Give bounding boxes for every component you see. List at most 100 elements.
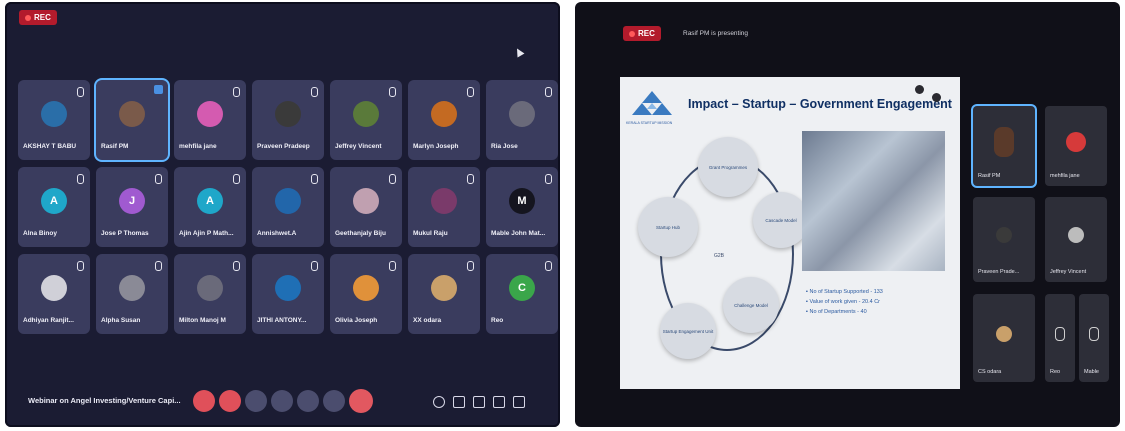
- participant-tile[interactable]: mehfila jane: [1045, 106, 1107, 186]
- right-meeting-screen: REC Rasif PM is presenting KERALA STARTU…: [575, 2, 1120, 427]
- people-icon[interactable]: [453, 396, 465, 408]
- participant-tile[interactable]: Mukul Raju: [408, 167, 480, 247]
- participant-tile[interactable]: Adhiyan Ranjit...: [18, 254, 90, 334]
- participant-tile[interactable]: XX odara: [408, 254, 480, 334]
- participant-tile[interactable]: Geethanjaly Biju: [330, 167, 402, 247]
- more-options-button[interactable]: [323, 390, 345, 412]
- mic-off-icon: [311, 174, 318, 184]
- participant-tile[interactable]: mehfila jane: [174, 80, 246, 160]
- recording-badge: REC: [19, 10, 57, 25]
- avatar: [353, 101, 379, 127]
- participant-tile[interactable]: J Jose P Thomas: [96, 167, 168, 247]
- lock-icon[interactable]: [513, 396, 525, 408]
- avatar: [994, 127, 1014, 157]
- mic-off-icon: [545, 87, 552, 97]
- participant-tile[interactable]: Reo: [1045, 294, 1075, 382]
- participant-tile[interactable]: Jeffrey Vincent: [1045, 197, 1107, 282]
- participant-tile[interactable]: CS odara: [973, 294, 1035, 382]
- cycle-circle: Startup Hub: [638, 197, 698, 257]
- avatar: [41, 275, 67, 301]
- participant-tile[interactable]: C Reo: [486, 254, 558, 334]
- mic-off-icon: [545, 174, 552, 184]
- participant-name: Praveen Pradeep: [257, 143, 310, 150]
- info-icon[interactable]: [433, 396, 445, 408]
- participant-name: Alna Binoy: [23, 230, 57, 237]
- participant-name: Adhiyan Ranjit...: [23, 317, 74, 324]
- avatar: A: [41, 188, 67, 214]
- participant-tile[interactable]: Annishwet.A: [252, 167, 324, 247]
- participant-name: Mable John Mat...: [491, 230, 546, 237]
- meeting-toolbar: Webinar on Angel Investing/Venture Capi.…: [18, 384, 553, 420]
- participant-tile[interactable]: Milton Manoj M: [174, 254, 246, 334]
- participant-tile[interactable]: Mable: [1079, 294, 1109, 382]
- avatar: [275, 188, 301, 214]
- mic-off-icon: [467, 261, 474, 271]
- avatar: [431, 188, 457, 214]
- participant-name: JITHI ANTONY...: [257, 317, 307, 324]
- camera-dot-icon: [932, 93, 941, 102]
- captions-button[interactable]: [297, 390, 319, 412]
- avatar: [197, 275, 223, 301]
- record-dot-icon: [629, 30, 635, 37]
- share-screen-button[interactable]: [245, 390, 267, 412]
- avatar: [431, 275, 457, 301]
- mic-off-icon: [233, 87, 240, 97]
- participant-name: Mable: [1084, 369, 1099, 375]
- participant-tile[interactable]: A Ajin Ajin P Math...: [174, 167, 246, 247]
- avatar: [1068, 227, 1084, 244]
- avatar: C: [509, 275, 535, 301]
- participant-tile[interactable]: Praveen Pradeep: [252, 80, 324, 160]
- left-meeting-screen: REC AKSHAY T BABU Rasif PM mehfila jane Pra…: [5, 2, 560, 427]
- participant-tile[interactable]: Alpha Susan: [96, 254, 168, 334]
- speaking-icon: [154, 85, 163, 94]
- participant-name: Alpha Susan: [101, 317, 141, 324]
- participant-tile[interactable]: Marlyn Joseph: [408, 80, 480, 160]
- participant-tile[interactable]: AKSHAY T BABU: [18, 80, 90, 160]
- participant-tile[interactable]: Praveen Prade...: [973, 197, 1035, 282]
- avatar: [41, 101, 67, 127]
- cycle-circle: Startup Engagement Unit: [660, 303, 716, 359]
- participant-tile[interactable]: M Mable John Mat...: [486, 167, 558, 247]
- avatar: [1066, 132, 1086, 152]
- participant-name: Geethanjaly Biju: [335, 230, 386, 237]
- chat-icon[interactable]: [473, 396, 485, 408]
- mic-off-button[interactable]: [193, 390, 215, 412]
- avatar: J: [119, 188, 145, 214]
- participant-tile[interactable]: Rasif PM: [973, 106, 1035, 186]
- mic-off-icon: [77, 87, 84, 97]
- cycle-circle: Cascade Model: [753, 192, 809, 248]
- camera-dot-icon: [915, 85, 924, 94]
- raise-hand-button[interactable]: [271, 390, 293, 412]
- ksum-logo-icon: [632, 91, 672, 115]
- slide-title: Impact – Startup – Government Engagement: [688, 97, 952, 111]
- avatar: A: [197, 188, 223, 214]
- participant-tile[interactable]: A Alna Binoy: [18, 167, 90, 247]
- participant-name: Annishwet.A: [257, 230, 297, 237]
- mic-off-icon: [389, 87, 396, 97]
- participant-name: Reo: [491, 317, 504, 324]
- avatar: M: [509, 188, 535, 214]
- participant-tile[interactable]: Ria Jose: [486, 80, 558, 160]
- avatar: [509, 101, 535, 127]
- participant-tile[interactable]: JITHI ANTONY...: [252, 254, 324, 334]
- participant-name: Praveen Prade...: [978, 269, 1020, 275]
- leave-call-button[interactable]: [349, 389, 373, 413]
- participant-name: CS odara: [978, 369, 1002, 375]
- webinar-title: Webinar on Angel Investing/Venture Capi.…: [28, 396, 181, 405]
- participant-name: Ajin Ajin P Math...: [179, 230, 234, 237]
- participant-name: Mukul Raju: [413, 230, 448, 237]
- activities-icon[interactable]: [493, 396, 505, 408]
- mic-icon: [1089, 326, 1099, 341]
- participant-tile[interactable]: Jeffrey Vincent: [330, 80, 402, 160]
- mic-off-icon: [155, 174, 162, 184]
- slide-bullets: ▪ No of Startup Supported - 133 ▪ Value …: [806, 287, 883, 317]
- avatar: [353, 188, 379, 214]
- cycle-circle: Challenge Model: [723, 277, 779, 333]
- participant-tile[interactable]: Rasif PM: [96, 80, 168, 160]
- cycle-center-label: G2B: [714, 253, 725, 259]
- video-off-button[interactable]: [219, 390, 241, 412]
- participant-name: XX odara: [413, 317, 442, 324]
- avatar: [353, 275, 379, 301]
- participant-tile[interactable]: Olivia Joseph: [330, 254, 402, 334]
- cycle-circle: Grant Programmes: [698, 137, 758, 197]
